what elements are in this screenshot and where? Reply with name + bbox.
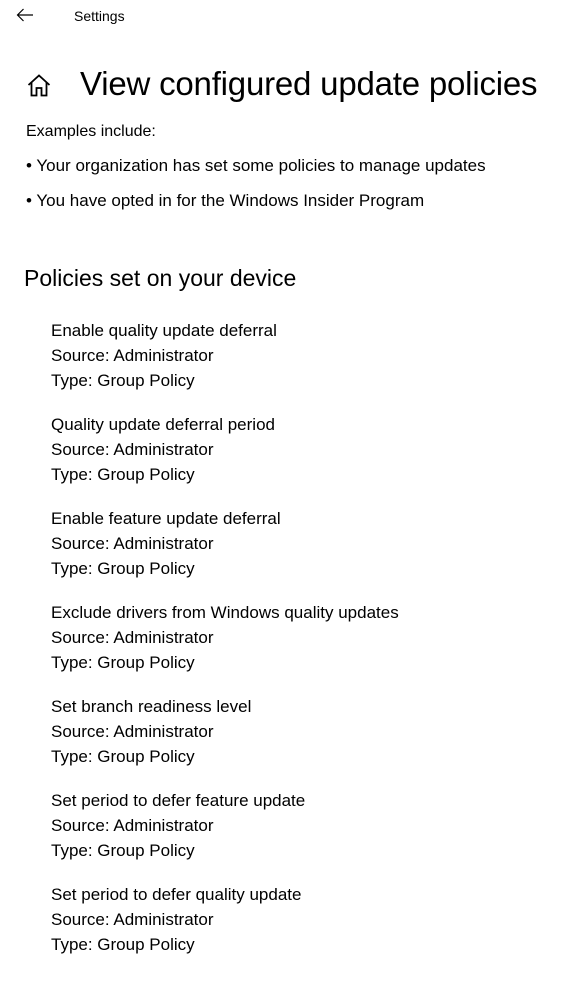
policy-name: Set period to defer feature update bbox=[51, 791, 306, 810]
policy-item: Quality update deferral period Source: A… bbox=[51, 412, 399, 506]
policy-source: Source: Administrator bbox=[51, 534, 214, 553]
policy-name: Quality update deferral period bbox=[51, 415, 275, 434]
policy-name: Exclude drivers from Windows quality upd… bbox=[51, 603, 399, 622]
policy-item: Set period to defer feature update Sourc… bbox=[51, 788, 399, 882]
policy-type: Type: Group Policy bbox=[51, 841, 195, 860]
policy-type: Type: Group Policy bbox=[51, 465, 195, 484]
policy-type: Type: Group Policy bbox=[51, 371, 195, 390]
policy-type: Type: Group Policy bbox=[51, 559, 195, 578]
title-bar: Settings bbox=[0, 0, 567, 32]
arrow-left-icon bbox=[16, 8, 33, 22]
app-title: Settings bbox=[74, 8, 125, 24]
policy-type: Type: Group Policy bbox=[51, 747, 195, 766]
policy-item: Enable quality update deferral Source: A… bbox=[51, 318, 399, 412]
policy-source: Source: Administrator bbox=[51, 816, 214, 835]
policy-source: Source: Administrator bbox=[51, 722, 214, 741]
policy-source: Source: Administrator bbox=[51, 346, 214, 365]
policy-name: Enable feature update deferral bbox=[51, 509, 281, 528]
policy-name: Set branch readiness level bbox=[51, 697, 252, 716]
examples-label: Examples include: bbox=[26, 123, 156, 140]
policy-type: Type: Group Policy bbox=[51, 935, 195, 954]
page-title: View configured update policies bbox=[80, 65, 538, 102]
policy-item: Enable feature update deferral Source: A… bbox=[51, 506, 399, 600]
policy-item: Set period to defer quality update Sourc… bbox=[51, 882, 399, 976]
policy-type: Type: Group Policy bbox=[51, 653, 195, 672]
home-icon[interactable] bbox=[26, 72, 52, 98]
example-bullet: • You have opted in for the Windows Insi… bbox=[26, 191, 425, 210]
policy-source: Source: Administrator bbox=[51, 440, 214, 459]
policy-source: Source: Administrator bbox=[51, 910, 214, 929]
policy-item: Exclude drivers from Windows quality upd… bbox=[51, 600, 399, 694]
policy-name: Set period to defer quality update bbox=[51, 885, 302, 904]
example-bullet: • Your organization has set some policie… bbox=[26, 156, 486, 175]
back-button[interactable] bbox=[10, 1, 40, 29]
section-title: Policies set on your device bbox=[24, 265, 297, 291]
policy-name: Enable quality update deferral bbox=[51, 321, 277, 340]
policy-item: Set branch readiness level Source: Admin… bbox=[51, 694, 399, 788]
policy-list: Enable quality update deferral Source: A… bbox=[51, 318, 399, 976]
policy-source: Source: Administrator bbox=[51, 628, 214, 647]
